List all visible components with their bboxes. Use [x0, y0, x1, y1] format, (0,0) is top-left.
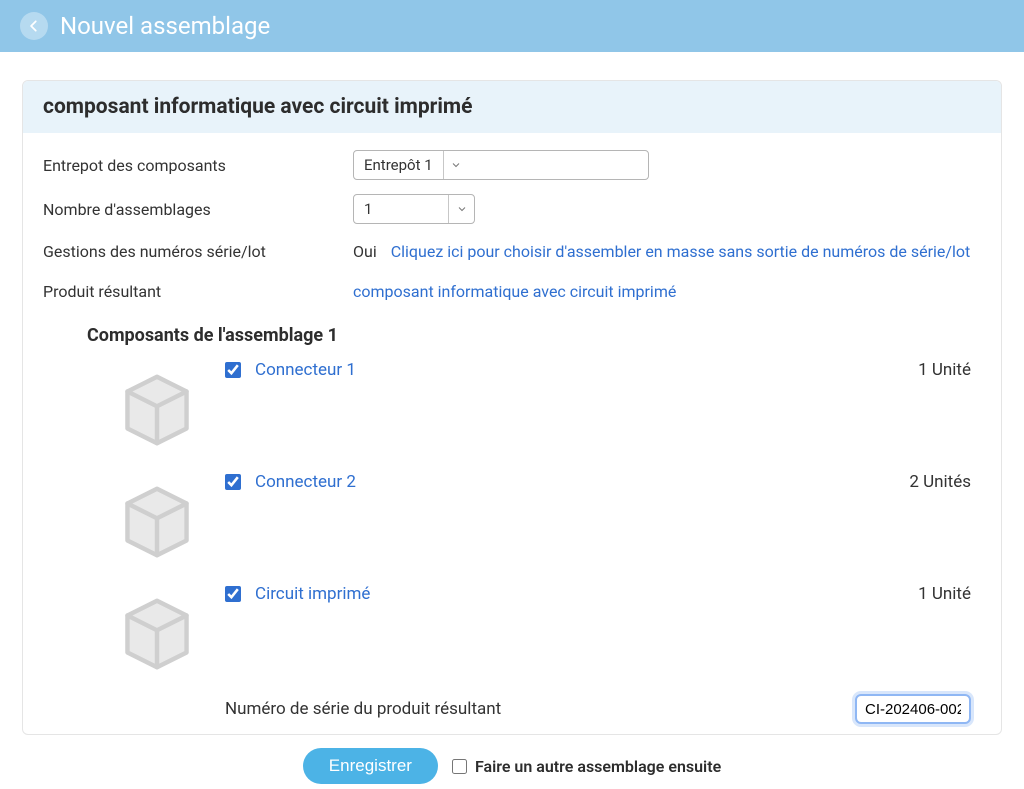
component-row: Connecteur 2 2 Unités — [23, 464, 1001, 576]
serial-mgmt-label: Gestions des numéros série/lot — [43, 242, 353, 261]
row-warehouse: Entrepot des composants Entrepôt 1 — [43, 143, 981, 187]
again-option[interactable]: Faire un autre assemblage ensuite — [452, 757, 721, 776]
chevron-down-icon — [448, 195, 474, 223]
warehouse-select[interactable]: Entrepôt 1 — [353, 150, 649, 180]
serial-mgmt-prefix: Oui — [353, 242, 377, 261]
chevron-down-icon — [443, 151, 469, 179]
chevron-left-icon — [27, 19, 41, 33]
result-product-link[interactable]: composant informatique avec circuit impr… — [353, 282, 676, 301]
card-title: composant informatique avec circuit impr… — [23, 81, 1001, 133]
row-result-product: Produit résultant composant informatique… — [43, 271, 981, 311]
quantity-select[interactable]: 1 — [353, 194, 475, 224]
component-row: Connecteur 1 1 Unité — [23, 352, 1001, 464]
box-icon — [103, 474, 211, 570]
quantity-label: Nombre d'assemblages — [43, 200, 353, 219]
component-row: Circuit imprimé 1 Unité — [23, 576, 1001, 688]
again-label: Faire un autre assemblage ensuite — [475, 757, 721, 776]
components-section-title: Composants de l'assemblage 1 — [23, 311, 1001, 352]
serial-mgmt-link[interactable]: Cliquez ici pour choisir d'assembler en … — [391, 242, 971, 261]
box-icon — [103, 586, 211, 682]
component-link[interactable]: Connecteur 1 — [255, 360, 356, 380]
component-link[interactable]: Circuit imprimé — [255, 584, 370, 604]
quantity-select-value: 1 — [354, 195, 448, 223]
back-button[interactable] — [20, 12, 48, 40]
row-serial-mgmt: Gestions des numéros série/lot Oui Cliqu… — [43, 231, 981, 271]
result-product-label: Produit résultant — [43, 282, 353, 301]
warehouse-select-value: Entrepôt 1 — [354, 151, 443, 179]
component-quantity: 2 Unités — [841, 472, 971, 492]
component-link[interactable]: Connecteur 2 — [255, 472, 356, 492]
again-checkbox[interactable] — [452, 759, 467, 774]
component-quantity: 1 Unité — [841, 584, 971, 604]
row-result-serial: Numéro de série du produit résultant — [23, 688, 1001, 734]
assembly-card: composant informatique avec circuit impr… — [22, 80, 1002, 735]
result-serial-label: Numéro de série du produit résultant — [225, 699, 855, 719]
component-checkbox[interactable] — [225, 362, 241, 378]
footer: Enregistrer Faire un autre assemblage en… — [0, 735, 1024, 789]
result-serial-input[interactable] — [855, 694, 971, 724]
box-icon — [103, 362, 211, 458]
component-checkbox[interactable] — [225, 474, 241, 490]
warehouse-label: Entrepot des composants — [43, 156, 353, 175]
component-quantity: 1 Unité — [841, 360, 971, 380]
components-list: Connecteur 1 1 Unité Connecteur 2 2 Unit… — [23, 352, 1001, 688]
page-title: Nouvel assemblage — [60, 12, 270, 40]
topbar: Nouvel assemblage — [0, 0, 1024, 52]
save-button[interactable]: Enregistrer — [303, 748, 438, 784]
component-checkbox[interactable] — [225, 586, 241, 602]
row-quantity: Nombre d'assemblages 1 — [43, 187, 981, 231]
